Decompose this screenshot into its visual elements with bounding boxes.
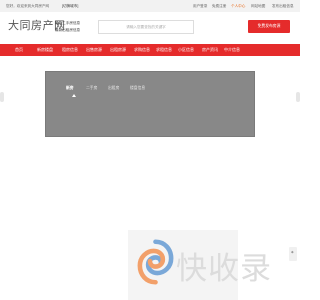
- login-link[interactable]: 用户登录: [193, 3, 207, 9]
- nav-item-communities[interactable]: 小区信息: [178, 44, 194, 56]
- nav-item-wanted-rent[interactable]: 求租信息: [156, 44, 172, 56]
- top-utility-bar: 您好，欢迎来到大同房产网 [切换城市] 用户登录 免费注册 个人中心 网站地图 …: [0, 0, 300, 12]
- tab-rentals[interactable]: 出租房: [108, 86, 119, 91]
- nav-item-agencies[interactable]: 中介信息: [224, 44, 240, 56]
- left-scroll-handle[interactable]: [0, 92, 4, 102]
- switch-city-link[interactable]: [切换城市]: [62, 3, 78, 9]
- watermark-text: 快收录: [176, 251, 272, 287]
- sitemap-link[interactable]: 网站地图: [251, 3, 265, 9]
- right-scroll-handle[interactable]: [296, 92, 300, 102]
- nav-item-news[interactable]: 房产资讯: [202, 44, 218, 56]
- nav-item-for-rent[interactable]: 出租房源: [110, 44, 126, 56]
- active-tab-caret-icon: [72, 94, 76, 97]
- post-listing-label: 免费发布房源: [257, 24, 281, 28]
- main-nav: 首页 新房楼盘 租房信息 出售房源 出租房源 求购信息 求租信息 小区信息 房产…: [0, 44, 300, 56]
- search-input[interactable]: 请输入您要查找的关键字: [98, 20, 194, 34]
- back-to-top-label: ◆: [291, 250, 294, 254]
- search-banner: 新房 二手房 出租房 楼盘信息: [45, 71, 255, 137]
- tab-projects[interactable]: 楼盘信息: [130, 86, 145, 91]
- tab-resale[interactable]: 二手房: [86, 86, 97, 91]
- post-listing-button[interactable]: 免费发布房源: [248, 20, 290, 33]
- register-link[interactable]: 免费注册: [212, 3, 226, 9]
- kuaishoulu-logo-icon: [137, 239, 174, 285]
- back-to-top-button[interactable]: ◆: [289, 247, 297, 261]
- latest-resale-link[interactable]: 最新二手房信息: [55, 21, 80, 26]
- tab-new-homes[interactable]: 新房: [66, 86, 74, 91]
- latest-rental-link[interactable]: 最新出租房信息: [55, 28, 80, 33]
- user-center-link[interactable]: 个人中心: [231, 3, 245, 9]
- welcome-text: 您好，欢迎来到大同房产网: [6, 4, 50, 8]
- nav-item-rent-info[interactable]: 租房信息: [62, 44, 78, 56]
- nav-item-for-sale[interactable]: 出售房源: [86, 44, 102, 56]
- page: 您好，欢迎来到大同房产网 [切换城市] 用户登录 免费注册 个人中心 网站地图 …: [0, 0, 300, 300]
- nav-item-new-homes[interactable]: 新房楼盘: [37, 44, 53, 56]
- post-rental-link[interactable]: 发布出租信息: [272, 3, 294, 9]
- nav-item-home[interactable]: 首页: [15, 44, 23, 56]
- search-placeholder: 请输入您要查找的关键字: [126, 25, 166, 29]
- nav-item-wanted-buy[interactable]: 求购信息: [134, 44, 150, 56]
